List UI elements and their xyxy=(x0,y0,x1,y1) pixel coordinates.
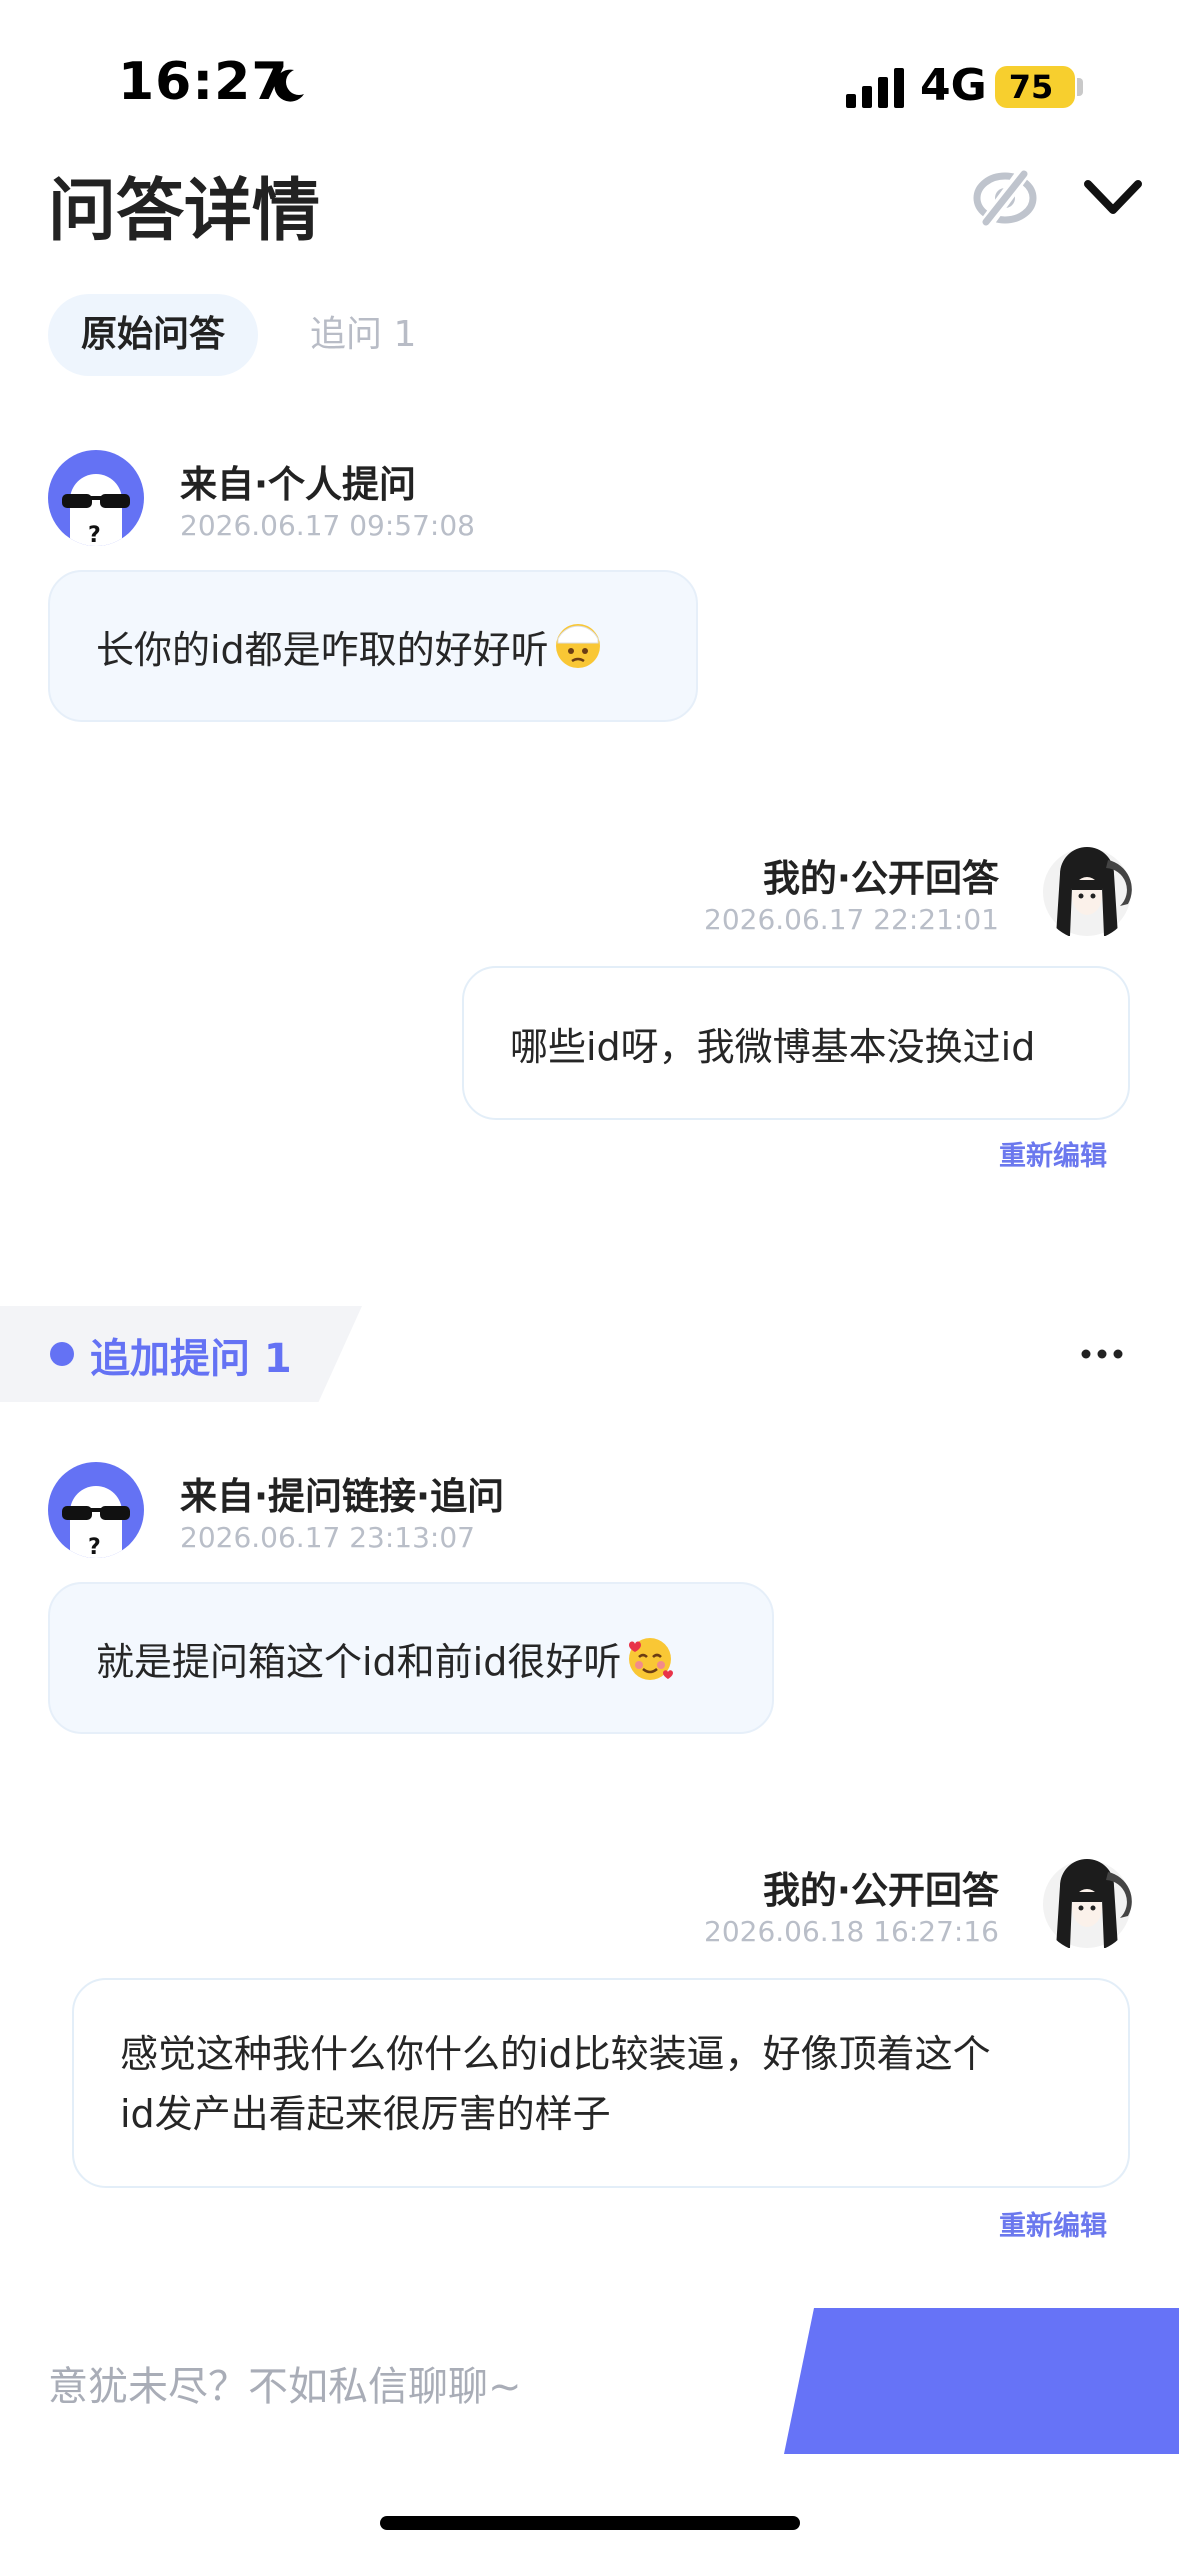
question-text: 长你的id都是咋取的好好听 xyxy=(96,627,549,672)
tab-original[interactable]: 原始问答 xyxy=(48,294,258,376)
followup-answer-time: 2026.06.18 16:27:16 xyxy=(704,1915,999,1948)
battery-level: 75 xyxy=(1008,68,1054,106)
svg-text:?: ? xyxy=(88,1535,101,1558)
sunglasses-ghost-icon: ? xyxy=(62,1486,130,1558)
answer-source: 我的·公开回答 xyxy=(762,857,999,900)
followup-question-bubble: 就是提问箱这个id和前id很好听 xyxy=(48,1582,774,1734)
battery-cap xyxy=(1077,78,1083,96)
anime-girl-avatar-icon xyxy=(1043,1859,1132,1948)
followup-answer-bubble: 感觉这种我什么你什么的id比较装逼，好像顶着这个 id发产出看起来很厉害的样子 xyxy=(72,1978,1130,2188)
message-input[interactable]: 意犹未尽？不如私信聊聊~ xyxy=(48,2354,522,2412)
followup-answer-line-2: id发产出看起来很厉害的样子 xyxy=(120,2092,611,2136)
smiling-face-with-hearts-emoji xyxy=(629,1638,674,1680)
questioner-avatar[interactable]: ? xyxy=(48,450,144,546)
question-bubble: 长你的id都是咋取的好好听 xyxy=(48,570,698,722)
network-label: 4G xyxy=(920,60,987,111)
followup-answer-source: 我的·公开回答 xyxy=(762,1869,999,1912)
tab-followup[interactable]: 追问 1 xyxy=(310,294,416,376)
questioner-avatar[interactable]: ? xyxy=(48,1462,144,1558)
reedit-button[interactable]: 重新编辑 xyxy=(999,2204,1107,2243)
followup-question-text: 就是提问箱这个id和前id很好听 xyxy=(96,1639,622,1684)
svg-text:?: ? xyxy=(88,523,101,546)
send-message-button[interactable] xyxy=(784,2308,1179,2454)
question-source: 来自·个人提问 xyxy=(180,463,417,506)
followup-question-source: 来自·提问链接·追问 xyxy=(180,1475,505,1518)
reedit-button[interactable]: 重新编辑 xyxy=(999,1134,1107,1173)
status-time: 16:27 xyxy=(118,52,289,112)
answer-bubble: 哪些id呀，我微博基本没换过id xyxy=(462,966,1130,1120)
followup-answer-line-1: 感觉这种我什么你什么的id比较装逼，好像顶着这个 xyxy=(120,2032,991,2076)
anime-girl-avatar-icon xyxy=(1043,847,1132,936)
question-time: 2026.06.17 09:57:08 xyxy=(180,509,475,542)
answer-time: 2026.06.17 22:21:01 xyxy=(704,903,999,936)
followup-label: 追加提问 1 xyxy=(90,1336,292,1382)
more-icon[interactable] xyxy=(1080,1336,1124,1372)
followup-question-time: 2026.06.17 23:13:07 xyxy=(180,1521,475,1554)
my-avatar[interactable] xyxy=(1042,844,1132,940)
chevron-down-icon[interactable] xyxy=(1082,170,1144,224)
status-bar: 16:27 4G 75 xyxy=(0,0,1179,150)
moon-icon xyxy=(274,69,304,102)
home-indicator xyxy=(380,2516,800,2530)
face-with-head-bandage-emoji xyxy=(555,624,600,668)
page-title: 问答详情 xyxy=(48,172,321,251)
eye-off-icon[interactable] xyxy=(972,168,1038,228)
my-avatar[interactable] xyxy=(1042,1856,1132,1952)
signal-icon xyxy=(846,68,904,108)
followup-dot xyxy=(50,1342,74,1366)
answer-text: 哪些id呀，我微博基本没换过id xyxy=(510,1024,1036,1069)
battery-icon: 75 xyxy=(995,66,1075,108)
sunglasses-ghost-icon: ? xyxy=(62,474,130,546)
